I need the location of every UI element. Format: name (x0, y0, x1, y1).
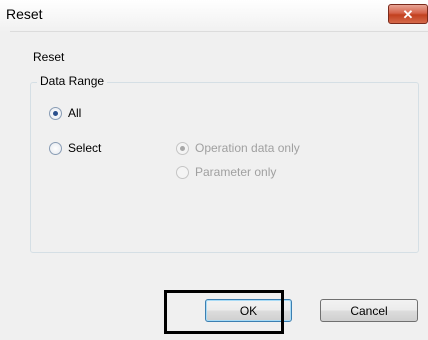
radio-parameter-only-label: Parameter only (195, 165, 277, 179)
window-title: Reset (6, 6, 43, 22)
radio-parameter-only[interactable]: Parameter only (176, 165, 276, 179)
radio-operation-data-only-label: Operation data only (195, 141, 300, 155)
radio-parameter-only-indicator[interactable] (176, 165, 189, 179)
radio-operation-data-only-indicator[interactable] (176, 141, 189, 155)
radio-select[interactable]: Select (49, 141, 101, 155)
section-label: Reset (33, 50, 65, 64)
radio-all-label: All (68, 106, 82, 120)
ok-highlight-annotation (164, 290, 284, 334)
close-button[interactable]: ✕ (388, 4, 428, 24)
radio-all[interactable]: All (49, 106, 81, 120)
window-frame-edge (0, 31, 10, 340)
title-bar[interactable]: Reset ✕ (0, 0, 428, 32)
radio-operation-data-only[interactable]: Operation data only (176, 141, 300, 155)
radio-all-indicator[interactable] (49, 106, 62, 120)
cancel-button[interactable]: Cancel (320, 299, 418, 322)
reset-dialog: Reset ✕ Reset Data Range All Select Oper… (0, 0, 428, 340)
radio-select-label: Select (68, 141, 102, 155)
data-range-legend: Data Range (37, 74, 108, 88)
close-icon: ✕ (402, 6, 414, 22)
radio-select-indicator[interactable] (49, 141, 62, 155)
